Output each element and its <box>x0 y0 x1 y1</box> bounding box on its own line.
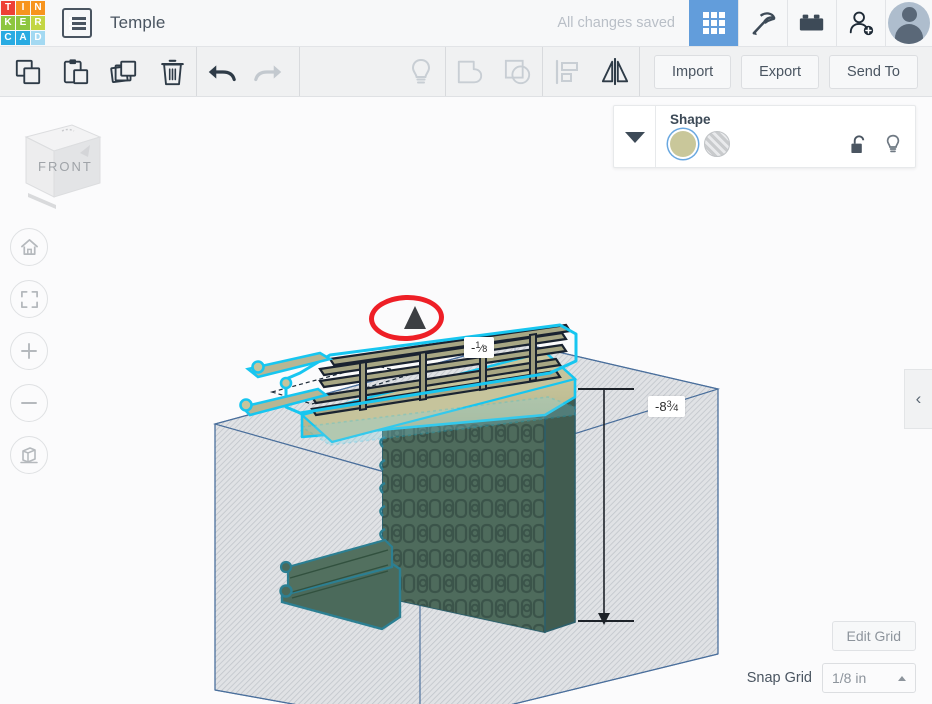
shape-properties-panel: Shape <box>613 105 916 168</box>
duplicate-button[interactable] <box>100 47 148 96</box>
align-button[interactable] <box>543 47 591 96</box>
hole-swatch[interactable] <box>704 131 730 157</box>
grid-view-button[interactable] <box>689 0 738 46</box>
avatar <box>888 2 930 44</box>
projection-toggle-button[interactable] <box>10 436 48 474</box>
shape-panel-title: Shape <box>670 112 711 127</box>
dimension-top-numerator: 1 <box>475 340 481 350</box>
dimension-side-fraction: 3⁄4 <box>666 399 679 414</box>
redo-button[interactable] <box>245 47 293 96</box>
blocks-button[interactable] <box>787 0 836 46</box>
tinkercad-app: T I N K E R C A D Temple All changes sav… <box>0 0 932 704</box>
trash-icon <box>160 59 184 85</box>
toolbar-divider <box>639 47 641 96</box>
invite-button[interactable] <box>836 0 885 46</box>
app-header: T I N K E R C A D Temple All changes sav… <box>0 0 932 47</box>
lightbulb-icon <box>412 58 431 83</box>
chevron-down-icon <box>624 131 645 143</box>
delete-button[interactable] <box>148 47 196 96</box>
save-status: All changes saved <box>557 15 675 31</box>
snap-grid-select[interactable]: 1/8 in <box>822 663 916 693</box>
group-shapes-icon <box>457 60 483 83</box>
zoom-in-button[interactable] <box>10 332 48 370</box>
logo-tile-a: A <box>16 31 30 45</box>
dimension-top-fraction: 1⁄8 <box>475 340 488 355</box>
snap-grid-label: Snap Grid <box>746 670 812 686</box>
brick-icon <box>799 14 824 31</box>
paste-button[interactable] <box>52 47 100 96</box>
logo-tile-d: D <box>31 31 45 45</box>
dimension-top-denominator: 8 <box>482 344 488 354</box>
solid-color-swatch[interactable] <box>670 131 696 157</box>
logo-tile-r: R <box>31 16 45 30</box>
document-list-icon[interactable] <box>62 8 92 38</box>
view-cube[interactable]: FRONT <box>14 115 106 211</box>
toolbar-divider <box>299 47 300 96</box>
home-view-button[interactable] <box>10 228 48 266</box>
collapse-right-panel-tab[interactable]: ‹ <box>904 369 932 429</box>
page-title: Temple <box>110 13 166 32</box>
dimension-side-whole: -8 <box>655 399 667 414</box>
dimension-side-denominator: 4 <box>673 403 679 413</box>
dimension-label-top[interactable]: -1⁄8 <box>464 337 495 358</box>
logo-tile-e: E <box>16 16 30 30</box>
redo-arrow-icon <box>254 64 282 81</box>
add-person-icon <box>849 11 874 36</box>
pickaxe-icon <box>752 11 775 35</box>
snap-grid-value: 1/8 in <box>832 670 867 686</box>
document-list-glyph <box>68 16 86 30</box>
send-to-button[interactable]: Send To <box>829 54 918 89</box>
export-button[interactable]: Export <box>741 54 820 89</box>
ungroup-shapes-icon <box>504 59 531 84</box>
copy-icon <box>15 59 41 84</box>
shape-panel-actions <box>850 134 901 155</box>
fit-view-button[interactable] <box>10 280 48 318</box>
home-icon <box>20 238 38 255</box>
minus-icon <box>21 402 37 404</box>
logo-tile-i: I <box>16 1 30 15</box>
logo-tile-n: N <box>31 1 45 15</box>
unlock-icon[interactable] <box>850 134 867 155</box>
duplicate-icon <box>110 60 137 83</box>
lightbulb-icon[interactable] <box>885 134 901 155</box>
3d-scene[interactable] <box>0 97 932 704</box>
avatar-button[interactable] <box>885 0 932 46</box>
align-icon <box>555 59 579 84</box>
main-toolbar: Import Export Send To <box>0 47 932 97</box>
undo-arrow-icon <box>208 64 236 81</box>
clipboard-paste-icon <box>63 58 89 84</box>
codeblocks-button[interactable] <box>738 0 787 46</box>
view-cube-label: FRONT <box>38 159 93 174</box>
caret-up-icon <box>898 675 906 681</box>
plus-icon <box>21 343 37 359</box>
dimension-side-numerator: 3 <box>666 399 672 409</box>
undo-button[interactable] <box>197 47 245 96</box>
logo-tile-k: K <box>1 16 15 30</box>
copy-button[interactable] <box>4 47 52 96</box>
import-button[interactable]: Import <box>654 54 732 89</box>
perspective-box-icon <box>20 447 38 464</box>
edit-grid-button[interactable]: Edit Grid <box>831 621 916 651</box>
design-canvas[interactable]: FRONT -1⁄8 -83⁄4 Shape ‹ Edit Grid Snap … <box>0 97 932 704</box>
tinkercad-logo[interactable]: T I N K E R C A D <box>0 0 46 46</box>
dimension-label-side[interactable]: -83⁄4 <box>648 396 686 417</box>
grid-icon <box>703 12 725 34</box>
cone-move-handle[interactable] <box>404 306 426 329</box>
notes-button[interactable] <box>397 47 445 96</box>
mirror-button[interactable] <box>591 47 639 96</box>
shape-panel-collapse-button[interactable] <box>614 106 656 167</box>
logo-tile-t: T <box>1 1 15 15</box>
zoom-out-button[interactable] <box>10 384 48 422</box>
group-button[interactable] <box>446 47 494 96</box>
mirror-flip-icon <box>601 57 629 85</box>
snap-grid-row: Snap Grid 1/8 in <box>747 663 916 693</box>
fit-to-view-icon <box>20 290 38 308</box>
ungroup-button[interactable] <box>494 47 542 96</box>
logo-tile-c: C <box>1 31 15 45</box>
chevron-left-icon: ‹ <box>915 389 922 408</box>
shape-panel-body: Shape <box>656 106 915 167</box>
